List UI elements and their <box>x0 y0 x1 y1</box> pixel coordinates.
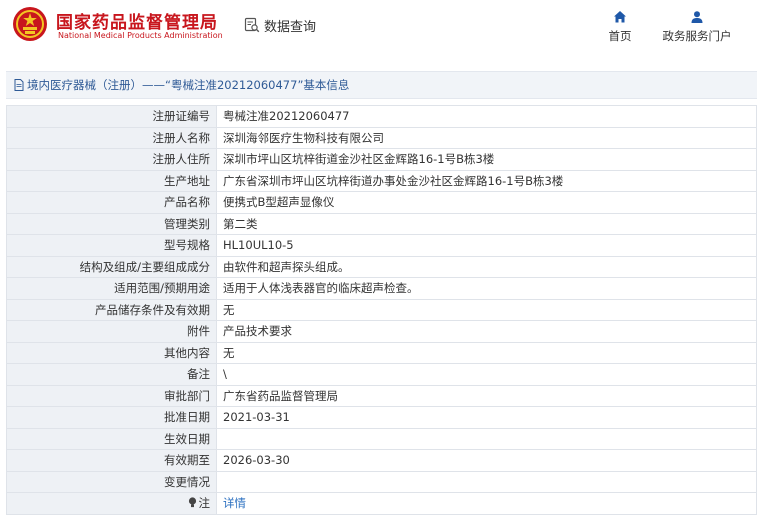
field-label: 变更情况 <box>6 470 217 493</box>
field-label: 注册人名称 <box>6 126 217 149</box>
field-label: 产品储存条件及有效期 <box>6 298 217 321</box>
lightbulb-icon <box>188 497 196 508</box>
field-value <box>216 470 757 493</box>
table-row: 生效日期 <box>6 427 757 450</box>
field-label: 备注 <box>6 363 217 386</box>
registration-detail-table: 注册证编号 粤械注准20212060477 注册人名称 深圳海邻医疗生物科技有限公司注… <box>6 105 757 515</box>
brand-subtitle: National Medical Products Administration <box>58 31 223 40</box>
field-label: 生效日期 <box>6 427 217 450</box>
data-query-label: 数据查询 <box>264 19 317 35</box>
table-row: 注册证编号 粤械注准20212060477 <box>6 105 757 128</box>
field-label: 批准日期 <box>6 406 217 429</box>
home-icon <box>614 11 626 23</box>
field-label: 审批部门 <box>6 384 217 407</box>
field-label: 生产地址 <box>6 169 217 192</box>
table-row: 审批部门 广东省药品监督管理局 <box>6 384 757 407</box>
table-row: 型号规格 HL10UL10-5 <box>6 234 757 257</box>
field-value: 2026-03-30 <box>216 449 757 472</box>
field-label: 注册证编号 <box>6 105 217 128</box>
field-value: 2021-03-31 <box>216 406 757 429</box>
table-row: 注册人名称 深圳海邻医疗生物科技有限公司 <box>6 126 757 149</box>
field-label: 产品名称 <box>6 191 217 214</box>
nav-service-portal-label: 政务服务门户 <box>662 29 732 43</box>
table-row: 生产地址 广东省深圳市坪山区坑梓街道办事处金沙社区金辉路16-1号B栋3楼 <box>6 169 757 192</box>
field-value: 无 <box>216 341 757 364</box>
table-row: 结构及组成/主要组成成分 由软件和超声探头组成。 <box>6 255 757 278</box>
field-label: 注册人住所 <box>6 148 217 171</box>
field-value: 产品技术要求 <box>216 320 757 343</box>
nav-home-label: 首页 <box>608 29 632 43</box>
search-document-icon <box>244 17 260 33</box>
table-row: 批准日期 2021-03-31 <box>6 406 757 429</box>
field-value: 粤械注准20212060477 <box>216 105 757 128</box>
field-value: 适用于人体浅表器官的临床超声检查。 <box>216 277 757 300</box>
table-row: 注详情 <box>6 492 757 515</box>
field-label-note: 注 <box>6 492 217 515</box>
details-link[interactable]: 详情 <box>216 492 757 515</box>
table-row: 备注 \ <box>6 363 757 386</box>
field-label: 有效期至 <box>6 449 217 472</box>
field-value: 深圳海邻医疗生物科技有限公司 <box>216 126 757 149</box>
table-row: 管理类别 第二类 <box>6 212 757 235</box>
field-value <box>216 427 757 450</box>
national-emblem-icon <box>13 7 47 41</box>
breadcrumb: 境内医疗器械（注册）——“粤械注准20212060477”基本信息 <box>6 71 757 99</box>
table-row: 适用范围/预期用途 适用于人体浅表器官的临床超声检查。 <box>6 277 757 300</box>
table-row: 产品名称 便携式B型超声显像仪 <box>6 191 757 214</box>
document-icon <box>14 79 24 91</box>
breadcrumb-text: 境内医疗器械（注册）——“粤械注准20212060477”基本信息 <box>27 78 350 92</box>
field-value: 广东省深圳市坪山区坑梓街道办事处金沙社区金辉路16-1号B栋3楼 <box>216 169 757 192</box>
nav-service-portal[interactable]: 政务服务门户 <box>652 10 742 44</box>
brand-title[interactable]: 国家药品监督管理局 <box>56 8 218 33</box>
field-value: 便携式B型超声显像仪 <box>216 191 757 214</box>
table-row: 变更情况 <box>6 470 757 493</box>
field-value: 无 <box>216 298 757 321</box>
field-label: 适用范围/预期用途 <box>6 277 217 300</box>
site-header: 国家药品监督管理局 National Medical Products Admi… <box>0 0 757 56</box>
table-row: 产品储存条件及有效期无 <box>6 298 757 321</box>
field-value: 由软件和超声探头组成。 <box>216 255 757 278</box>
user-icon <box>691 11 703 23</box>
field-value: 深圳市坪山区坑梓街道金沙社区金辉路16-1号B栋3楼 <box>216 148 757 171</box>
table-row: 有效期至 2026-03-30 <box>6 449 757 472</box>
table-row: 注册人住所 深圳市坪山区坑梓街道金沙社区金辉路16-1号B栋3楼 <box>6 148 757 171</box>
field-label: 其他内容 <box>6 341 217 364</box>
field-value: \ <box>216 363 757 386</box>
field-value: 第二类 <box>216 212 757 235</box>
field-label: 结构及组成/主要组成成分 <box>6 255 217 278</box>
field-value: HL10UL10-5 <box>216 234 757 257</box>
field-value: 广东省药品监督管理局 <box>216 384 757 407</box>
field-label: 管理类别 <box>6 212 217 235</box>
field-label: 附件 <box>6 320 217 343</box>
data-query-link[interactable]: 数据查询 <box>244 14 316 36</box>
table-row: 其他内容无 <box>6 341 757 364</box>
note-label: 注 <box>198 496 211 511</box>
table-row: 附件 产品技术要求 <box>6 320 757 343</box>
field-label: 型号规格 <box>6 234 217 257</box>
